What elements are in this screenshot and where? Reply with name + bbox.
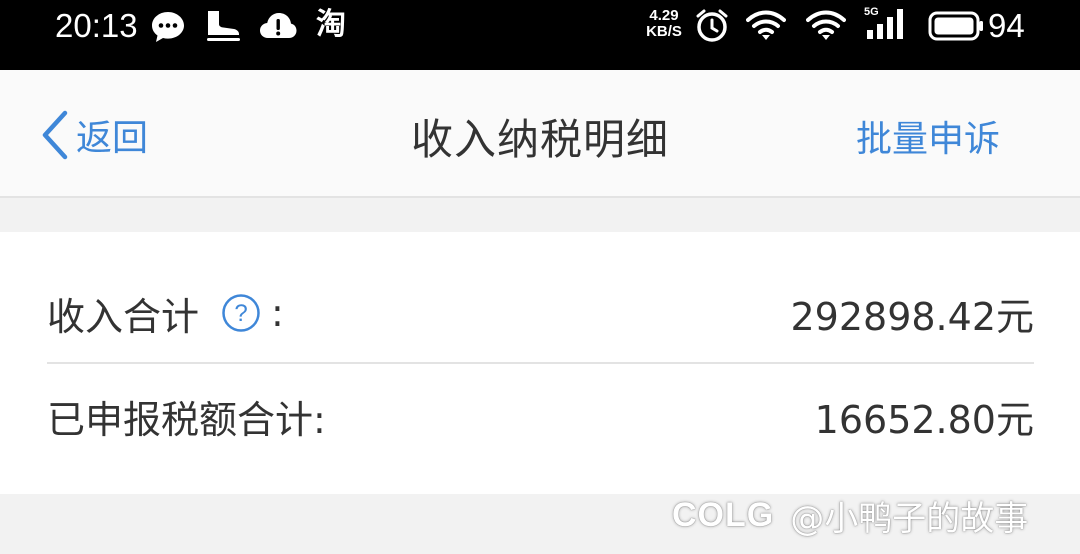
battery-icon [928, 11, 984, 45]
status-time: 20:13 [55, 7, 138, 44]
watermark-text: @小鸭子的故事 [790, 498, 1029, 539]
alarm-icon [694, 8, 730, 48]
nav-bar: 返回 收入纳税明细 批量申诉 [0, 70, 1080, 198]
tax-total-row: 已申报税额合计: 16652.80元 [47, 366, 1034, 466]
income-total-row: 收入合计 ? : 292898.42元 [47, 264, 1034, 364]
tax-total-label: 已申报税额合计: [47, 397, 326, 442]
income-total-colon: : [271, 291, 284, 335]
income-total-label-group: 收入合计 ? : [47, 286, 284, 341]
skate-icon [204, 8, 242, 48]
taobao-icon: 淘 [316, 7, 346, 42]
help-icon[interactable]: ? [221, 293, 261, 333]
battery-level: 94 [988, 7, 1025, 44]
income-total-label: 收入合计 [47, 294, 200, 339]
income-total-value: 292898.42元 [790, 294, 1035, 339]
tax-total-value: 16652.80元 [814, 397, 1034, 442]
network-speed-value: 4.29 [649, 7, 679, 24]
chat-bubble-icon [150, 10, 186, 48]
network-speed-unit: KB/S [646, 23, 682, 40]
summary-card: 收入合计 ? : 292898.42元 已申报税额合计: 16652.80元 [0, 232, 1080, 494]
batch-appeal-button[interactable]: 批量申诉 [856, 110, 1000, 162]
watermark-logo: COLG [672, 495, 775, 534]
wifi-icon [746, 10, 786, 46]
status-bar: 20:13 淘 4.29 KB/S 5G 94 [0, 0, 1080, 70]
watermark: COLG @小鸭子的故事 [672, 490, 1028, 540]
signal-5g-icon: 5G [864, 6, 910, 42]
network-speed: 4.29 KB/S [642, 8, 686, 40]
cloud-alert-icon [258, 10, 298, 46]
help-glyph: ? [234, 300, 247, 327]
wifi-icon [806, 10, 846, 46]
